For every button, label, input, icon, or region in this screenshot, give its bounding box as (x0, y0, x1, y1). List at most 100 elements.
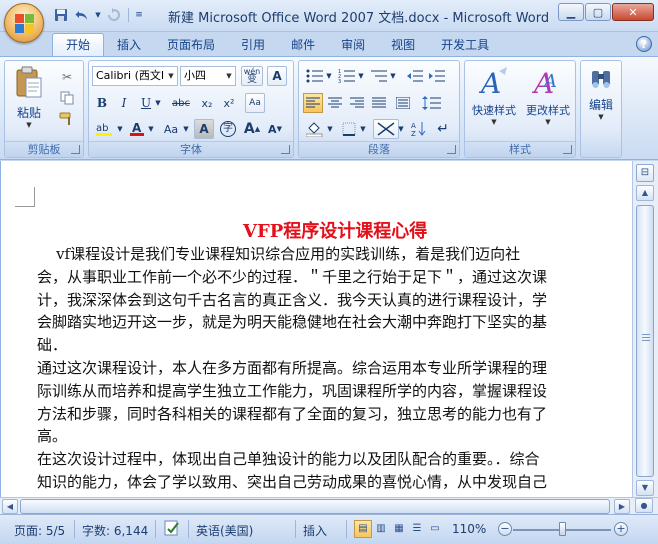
scroll-right-button[interactable]: ▶ (614, 499, 630, 514)
clear-formatting-button[interactable]: Aa (245, 93, 265, 113)
copy-button[interactable] (57, 88, 77, 108)
draft-view-icon[interactable]: ▭ (426, 520, 444, 538)
sort-button[interactable]: AZ (409, 119, 429, 139)
numbering-dropdown-icon[interactable]: ▼ (357, 66, 365, 86)
align-center-button[interactable] (325, 93, 345, 113)
document-area[interactable]: VFP程序设计课程心得 vf课程设计是我们专业课程知识综合应用的实践训练，着是我… (0, 161, 632, 497)
web-layout-view-icon[interactable]: ▦ (390, 520, 408, 538)
change-case-dropdown-icon[interactable]: ▼ (182, 119, 190, 139)
vertical-scrollbar[interactable]: ⊟ ▲ ▼ (632, 161, 658, 497)
tab-view[interactable]: 视图 (378, 34, 428, 56)
show-marks-button[interactable]: ↵ (433, 119, 453, 139)
distributed-button[interactable] (393, 93, 413, 113)
superscript-button[interactable]: x² (219, 93, 239, 113)
chinese-layout-dropdown-icon[interactable]: ▼ (397, 119, 405, 139)
enclose-characters-button[interactable]: 字 (218, 119, 238, 139)
multilevel-dropdown-icon[interactable]: ▼ (389, 66, 397, 86)
editing-button[interactable]: 编辑 ▼ (583, 65, 619, 121)
highlight-button[interactable]: ab (92, 119, 116, 139)
paragraph-launcher-icon[interactable] (447, 145, 456, 154)
tab-references[interactable]: 引用 (228, 34, 278, 56)
decrease-indent-button[interactable] (405, 66, 425, 86)
page-count[interactable]: 页面: 5/5 (14, 522, 65, 539)
bullets-button[interactable] (303, 66, 327, 86)
customize-icon[interactable]: ≡ (134, 6, 144, 24)
vertical-scroll-thumb[interactable] (636, 205, 654, 477)
zoom-slider-thumb[interactable] (559, 522, 566, 536)
save-icon[interactable] (52, 6, 70, 24)
align-left-button[interactable] (303, 93, 323, 113)
cut-button[interactable]: ✂ (57, 67, 77, 87)
paragraph-group: ▼ 123 ▼ ▼ ▼ ▼ ▼ A Z ↵ 段落 (298, 60, 460, 158)
tab-page-layout[interactable]: 页面布局 (154, 34, 228, 56)
tab-developer[interactable]: 开发工具 (428, 34, 502, 56)
font-size-combo[interactable]: 小四 ▼ (180, 66, 236, 86)
bold-button[interactable]: B (92, 93, 112, 113)
line-spacing-button[interactable] (419, 93, 445, 113)
shading-button[interactable] (303, 119, 327, 139)
shading-dropdown-icon[interactable]: ▼ (326, 119, 334, 139)
font-name-combo[interactable]: Calibri (西文I ▼ (92, 66, 178, 86)
undo-dropdown-icon[interactable]: ▼ (94, 6, 102, 24)
tab-mailings[interactable]: 邮件 (278, 34, 328, 56)
change-styles-button[interactable]: A A 更改样式 ▼ (521, 65, 575, 126)
font-color-dropdown-icon[interactable]: ▼ (147, 119, 155, 139)
styles-launcher-icon[interactable] (563, 145, 572, 154)
strikethrough-button[interactable]: abc (167, 93, 195, 113)
office-button[interactable] (4, 3, 44, 43)
tab-review[interactable]: 审阅 (328, 34, 378, 56)
grow-font-button[interactable]: A ▲ (242, 119, 262, 139)
justify-button[interactable] (369, 93, 389, 113)
bullets-dropdown-icon[interactable]: ▼ (325, 66, 333, 86)
italic-button[interactable]: I (114, 93, 134, 113)
language-indicator[interactable]: 英语(美国) (196, 522, 253, 539)
ruler-toggle-icon[interactable]: ⊟ (636, 164, 654, 182)
close-button[interactable]: ✕ (612, 3, 654, 21)
quick-styles-button[interactable]: A 快速样式 ▼ (467, 65, 521, 126)
underline-dropdown-icon[interactable]: ▼ (153, 93, 163, 113)
tab-insert[interactable]: 插入 (104, 34, 154, 56)
align-right-button[interactable] (347, 93, 367, 113)
word-count[interactable]: 字数: 6,144 (82, 522, 148, 539)
shrink-font-button[interactable]: A ▼ (265, 119, 285, 139)
clipboard-launcher-icon[interactable] (71, 145, 80, 154)
font-name-dropdown-icon: ▼ (168, 72, 174, 80)
phonetic-guide-button[interactable]: wén 变 (241, 66, 263, 86)
print-layout-view-icon[interactable]: ▤ (354, 520, 372, 538)
horizontal-scroll-thumb[interactable] (20, 499, 610, 514)
full-screen-reading-view-icon[interactable]: ▥ (372, 520, 390, 538)
select-browse-object-button[interactable]: ● (635, 498, 653, 513)
change-case-button[interactable]: Aa (159, 119, 183, 139)
character-shading-button[interactable]: A (194, 119, 214, 139)
undo-icon[interactable] (73, 6, 91, 24)
multilevel-list-button[interactable] (367, 66, 391, 86)
horizontal-scrollbar[interactable]: ◀ ▶ (0, 497, 632, 514)
tab-home[interactable]: 开始 (52, 33, 105, 56)
proofing-icon[interactable] (163, 519, 181, 540)
paste-button[interactable]: 粘贴 ▼ (11, 65, 47, 129)
scroll-down-button[interactable]: ▼ (636, 480, 654, 496)
chinese-layout-button[interactable] (373, 119, 399, 139)
minimize-button[interactable]: ▁ (558, 3, 584, 21)
redo-icon[interactable] (105, 6, 123, 24)
grip-line (642, 334, 650, 335)
outline-view-icon[interactable]: ☰ (408, 520, 426, 538)
help-icon[interactable]: ? (636, 36, 652, 52)
borders-button[interactable] (339, 119, 359, 139)
scroll-up-button[interactable]: ▲ (636, 185, 654, 201)
font-color-button[interactable]: A (127, 119, 147, 139)
zoom-level[interactable]: 110% (452, 522, 486, 536)
character-border-button[interactable]: A (267, 66, 287, 86)
borders-dropdown-icon[interactable]: ▼ (359, 119, 367, 139)
zoom-out-button[interactable]: − (498, 522, 512, 536)
increase-indent-button[interactable] (427, 66, 447, 86)
scroll-left-button[interactable]: ◀ (2, 499, 18, 514)
maximize-button[interactable]: ▢ (585, 3, 611, 21)
format-painter-button[interactable] (57, 109, 77, 129)
subscript-button[interactable]: x₂ (197, 93, 217, 113)
zoom-in-button[interactable]: + (614, 522, 628, 536)
highlight-dropdown-icon[interactable]: ▼ (116, 119, 124, 139)
font-launcher-icon[interactable] (281, 145, 290, 154)
insert-mode[interactable]: 插入 (303, 522, 327, 539)
numbering-button[interactable]: 123 (335, 66, 359, 86)
